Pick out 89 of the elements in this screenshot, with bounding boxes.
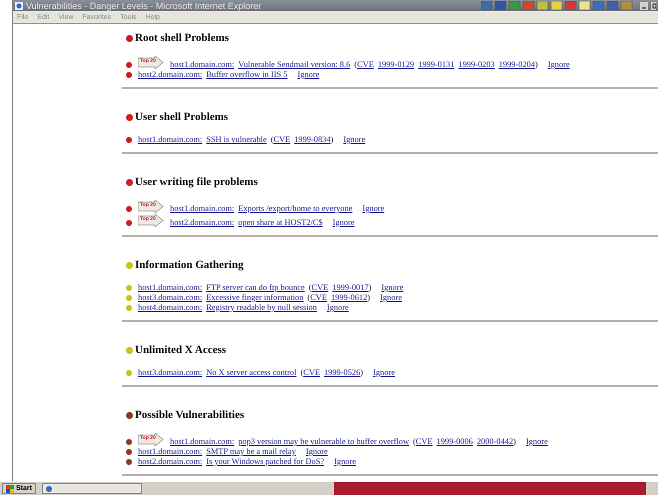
bullet-icon [126, 305, 132, 311]
bullet-icon [126, 370, 132, 376]
vulnerability-link[interactable]: Is your Windows patched for DoS? [206, 457, 324, 466]
vulnerability-link[interactable]: Exports /export/home to everyone [238, 204, 352, 213]
host-link[interactable]: host1.domain.com: [138, 283, 202, 292]
bullet-icon [126, 206, 132, 212]
vulnerability-link[interactable]: Vulnerable Sendmail version: 8.6 [238, 60, 350, 69]
vulnerability-link[interactable]: FTP server can do ftp bounce [206, 283, 305, 292]
paren-text: ) [360, 368, 364, 377]
host-link[interactable]: host1.domain.com: [170, 60, 234, 69]
section-heading: User shell Problems [135, 111, 228, 123]
paren-text: ) [330, 135, 334, 144]
ignore-link[interactable]: Ignore [332, 218, 354, 227]
paren-text: ) [367, 293, 370, 302]
cve-id-link[interactable]: 1999-0131 [418, 60, 454, 69]
bullet-icon [126, 449, 132, 455]
cve-link[interactable]: CVE [357, 60, 374, 69]
host-link[interactable]: host4.domain.com: [138, 303, 202, 312]
section-heading: Information Gathering [135, 259, 244, 271]
cve-id-link[interactable]: 2000-0442 [476, 437, 514, 446]
ignore-link[interactable]: Ignore [362, 204, 384, 213]
browser-icon [44, 484, 53, 492]
paren-text: ) [513, 437, 516, 446]
cve-link[interactable]: CVE [312, 283, 328, 292]
vulnerability-link[interactable]: No X server access control [206, 368, 296, 377]
ignore-link[interactable]: Ignore [381, 283, 404, 292]
cve-link[interactable]: CVE [273, 135, 290, 144]
paren-text: ) [535, 60, 538, 69]
paren-text: ( [413, 437, 416, 446]
window-title: Vulnerabilities - Danger Levels - Microsoft Internet Explorer [26, 0, 262, 10]
section-heading: Root shell Problems [135, 32, 229, 44]
ignore-link[interactable]: Ignore [373, 368, 395, 377]
cve-link[interactable]: CVE [310, 293, 327, 302]
browser-icon [15, 2, 23, 10]
ignore-link[interactable]: Ignore [548, 60, 570, 69]
bullet-icon [126, 295, 132, 301]
vulnerability-link[interactable]: SMTP may be a mail relay [206, 447, 296, 456]
ignore-link[interactable]: Ignore [334, 457, 356, 466]
vulnerability-link[interactable]: open share at HOST2/C$ [238, 218, 323, 227]
paren-text: ( [354, 60, 358, 69]
vulnerability-link[interactable]: SSH is vulnerable [206, 135, 267, 144]
host-link[interactable]: host2.domain.com: [138, 70, 202, 79]
vulnerability-link[interactable]: Buffer overflow in IIS 5 [206, 70, 288, 79]
host-link[interactable]: host2.domain.com: [138, 457, 202, 466]
vulnerability-link[interactable]: Registry readable by null session [206, 303, 317, 312]
cve-id-link[interactable]: 1999-0526 [324, 368, 360, 377]
ignore-link[interactable]: Ignore [380, 293, 402, 302]
bullet-icon [126, 459, 132, 465]
bullet-icon [126, 137, 132, 143]
host-link[interactable]: host1.domain.com: [138, 447, 202, 456]
windows-logo-icon [6, 484, 14, 492]
section-heading: Unlimited X Access [135, 344, 226, 356]
bullet-icon [126, 220, 132, 226]
ignore-link[interactable]: Ignore [526, 437, 548, 446]
bullet-icon [126, 72, 132, 78]
section-heading: User writing file problems [135, 176, 258, 188]
host-link[interactable]: host1.domain.com: [170, 437, 234, 446]
host-link[interactable]: host1.domain.com: [138, 135, 202, 144]
cve-id-link[interactable]: 1999-0017 [332, 283, 369, 292]
cve-id-link[interactable]: 1999-0204 [498, 60, 536, 69]
bullet-icon [126, 62, 132, 68]
section-heading: Possible Vulnerabilities [135, 409, 244, 421]
cve-id-link[interactable]: 1999-0612 [330, 293, 368, 302]
paren-text: ( [270, 135, 274, 144]
taskbar-window-button[interactable] [42, 483, 142, 494]
cve-link[interactable]: CVE [303, 368, 320, 377]
ignore-link[interactable]: Ignore [306, 447, 328, 456]
bullet-icon [126, 439, 132, 445]
ignore-link[interactable]: Ignore [326, 303, 349, 312]
ignore-link[interactable]: Ignore [297, 70, 320, 79]
cve-id-link[interactable]: 1999-0834 [294, 135, 331, 144]
host-link[interactable]: host3.domain.com: [138, 293, 202, 302]
host-link[interactable]: host3.domain.com: [138, 368, 202, 377]
paren-text: ( [300, 368, 304, 377]
host-link[interactable]: host2.domain.com: [170, 218, 234, 227]
cve-id-link[interactable]: 1999-0203 [458, 60, 495, 69]
ignore-link[interactable]: Ignore [343, 135, 366, 144]
cve-id-link[interactable]: 1999-0129 [378, 60, 414, 69]
minimize-icon[interactable] [640, 2, 648, 10]
host-link[interactable]: host1.domain.com: [170, 204, 234, 213]
paren-text: ( [307, 293, 310, 302]
maximize-icon[interactable] [651, 2, 656, 10]
cve-id-link[interactable]: 1999-0006 [436, 437, 473, 446]
paren-text: ( [308, 283, 312, 292]
paren-text: ) [368, 283, 372, 292]
vulnerability-link[interactable]: pop3 version may be vulnerable to buffer overflow [238, 437, 409, 446]
bullet-icon [126, 285, 132, 291]
vulnerability-link[interactable]: Excessive finger information [206, 293, 304, 302]
cve-link[interactable]: CVE [416, 437, 433, 446]
